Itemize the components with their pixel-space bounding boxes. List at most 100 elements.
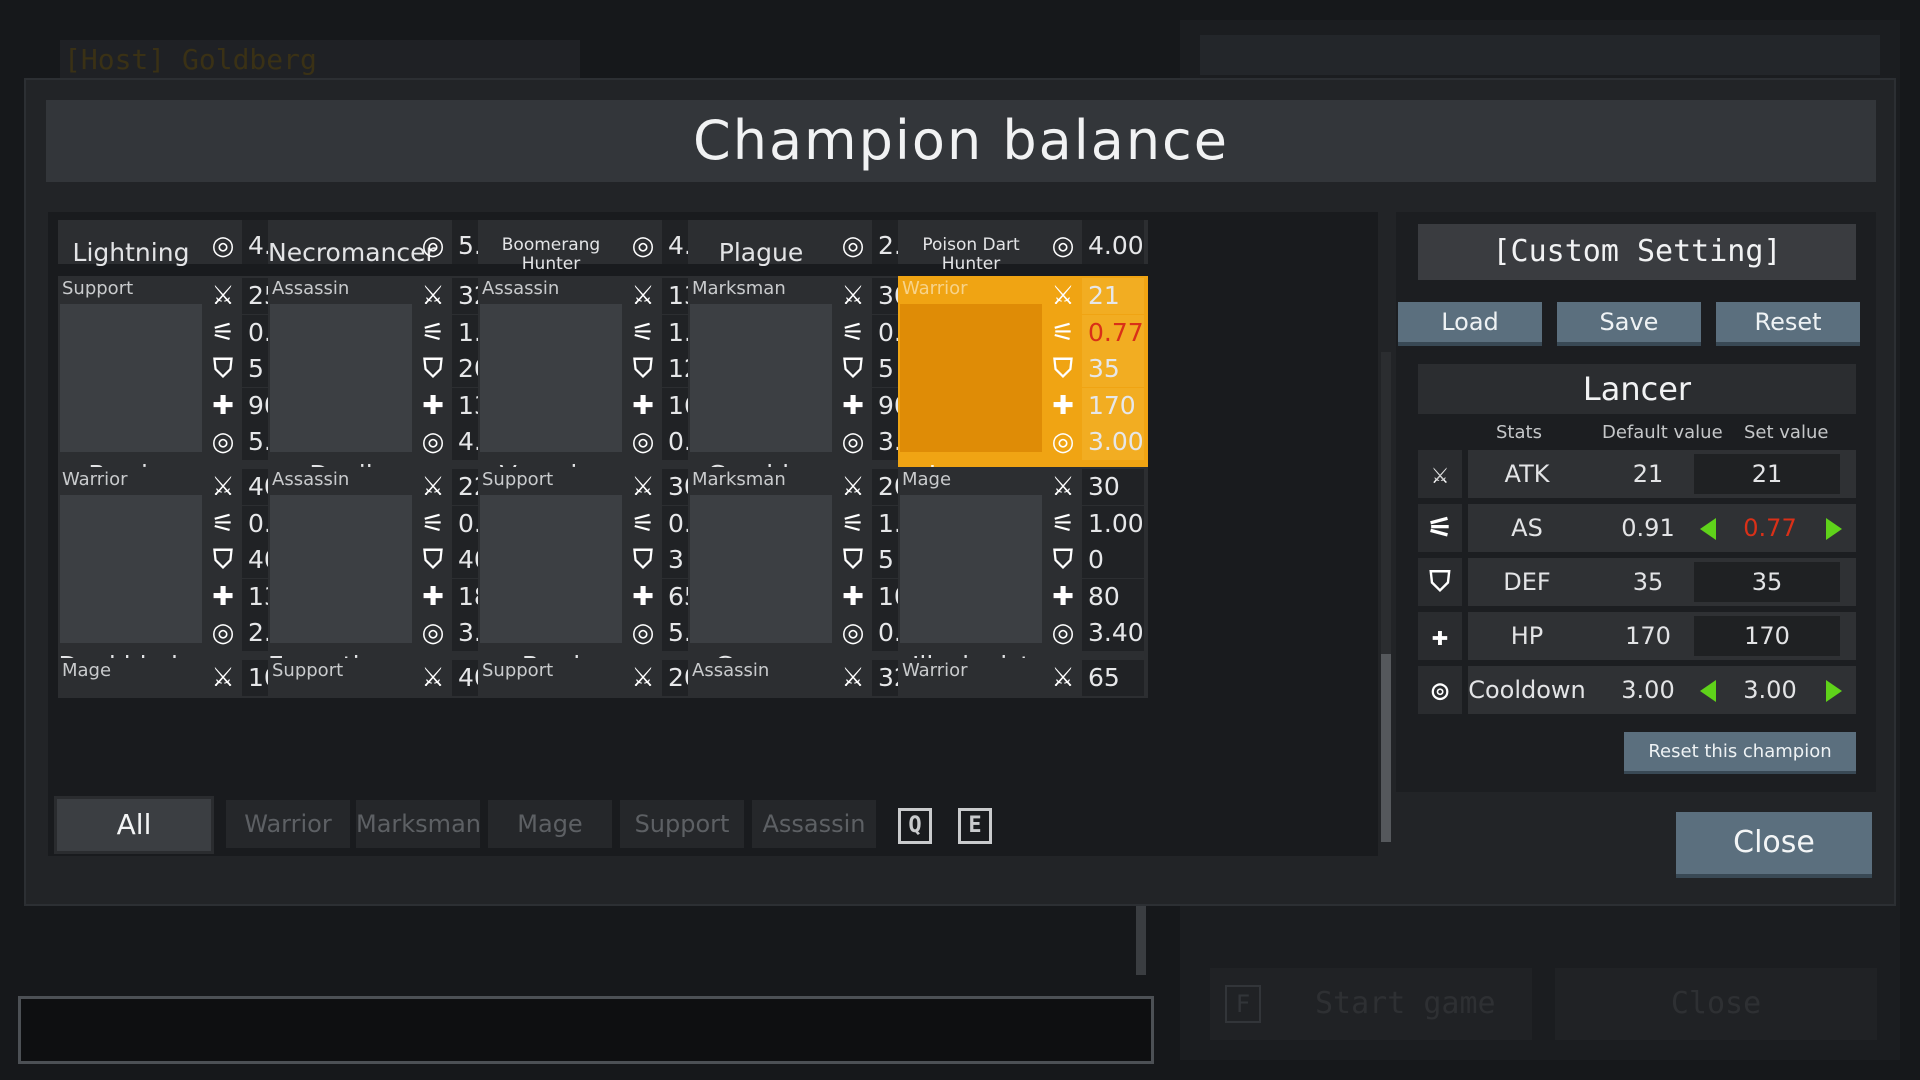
crossed-swords-icon: ⚔	[631, 281, 655, 311]
shield-icon: ⛉	[1053, 545, 1073, 575]
atk-stat: ⚔ 21	[1046, 276, 1146, 316]
tab-warrior[interactable]: Warrior	[226, 800, 350, 848]
cd-value: 3.40	[1082, 615, 1144, 651]
crossed-swords-icon: ⚔	[211, 663, 235, 693]
plus-icon: ✚	[422, 581, 444, 612]
increase-arrow-icon[interactable]	[1826, 518, 1842, 540]
stat-row-body: DEF 35 35	[1468, 558, 1856, 606]
attack-speed-icon: ⚟	[631, 508, 655, 539]
default-value: 21	[1632, 460, 1664, 488]
champion-card-lancer[interactable]: WarriorLancer⚔21⚟0.77⛉35✚170◎3.00	[898, 276, 1148, 498]
stat-row-body: HP 170 170	[1468, 612, 1856, 660]
set-value-field[interactable]: 21	[1694, 454, 1840, 494]
lobby-strip	[1200, 35, 1880, 75]
champion-portrait	[690, 304, 832, 452]
attack-speed-icon: ⚟	[631, 317, 655, 348]
champion-portrait	[270, 304, 412, 452]
grid-scrollbar[interactable]	[1381, 352, 1391, 842]
set-value-text: 0.77	[1743, 514, 1797, 542]
cooldown-icon: ◎	[1418, 666, 1462, 714]
lobby-scrollbar[interactable]	[1136, 905, 1146, 975]
set-value-text: 3.00	[1743, 676, 1797, 704]
champion-portrait	[60, 304, 202, 452]
tab-assassin[interactable]: Assassin	[752, 800, 876, 848]
attack-speed-icon: ⚟	[841, 508, 865, 539]
scrollbar-thumb[interactable]	[1381, 654, 1391, 842]
cooldown-icon: ◎	[1051, 231, 1075, 261]
atk-value: 30	[1082, 469, 1144, 505]
tab-key-q[interactable]: Q	[898, 808, 932, 844]
attack-speed-icon: ⚟	[1051, 317, 1075, 348]
save-button[interactable]: Save	[1557, 302, 1701, 346]
tab-key-e[interactable]: E	[958, 808, 992, 844]
champion-card-illusionist[interactable]: MageIllusionist⚔30⚟1.00⛉0✚80◎3.40	[898, 467, 1148, 689]
stat-row-as: ⚟ AS 0.91 0.77	[1418, 504, 1856, 552]
cooldown-icon: ◎	[211, 231, 235, 261]
crossed-swords-icon: ⚔	[421, 663, 445, 693]
champion-role: Support	[272, 660, 344, 681]
as-value: 1.00	[1082, 505, 1144, 542]
decrease-arrow-icon[interactable]	[1700, 518, 1716, 540]
champion-role: Support	[482, 660, 554, 681]
champion-name: Necromancer	[268, 238, 436, 267]
tab-mage[interactable]: Mage	[488, 800, 612, 848]
plus-icon: ✚	[632, 390, 654, 421]
modal-close-button[interactable]: Close	[1676, 812, 1872, 878]
decrease-arrow-icon[interactable]	[1700, 680, 1716, 702]
custom-setting-header: [Custom Setting]	[1418, 224, 1856, 280]
set-value-field[interactable]: 35	[1694, 562, 1840, 602]
shield-icon: ⛉	[213, 545, 233, 575]
champion-grid: Lightning Mage✚80◎4.00Necromancer✚110◎5.…	[58, 220, 1348, 786]
reset-button[interactable]: Reset	[1716, 302, 1860, 346]
default-value: 0.91	[1621, 514, 1675, 542]
default-value: 170	[1625, 622, 1671, 650]
cooldown-icon: ◎	[421, 427, 445, 457]
champion-portrait	[60, 495, 202, 643]
hp-stat: ✚ 170	[1046, 386, 1146, 426]
cd-stat: ◎ 3.40	[1046, 613, 1146, 653]
plus-icon: ✚	[1052, 581, 1074, 612]
champion-card[interactable]: Poison Dart Hunter✚130◎4.00	[898, 220, 1148, 274]
chat-input[interactable]	[18, 996, 1154, 1064]
stat-row-hp: ✚ HP 170 170	[1418, 612, 1856, 660]
crossed-swords-icon: ⚔	[421, 472, 445, 502]
champion-card[interactable]: Warrior ⚔ 65	[898, 658, 1148, 698]
crossed-swords-icon: ⚔	[841, 281, 865, 311]
tab-marksman[interactable]: Marksman	[356, 800, 481, 848]
plus-icon: ✚	[212, 390, 234, 421]
champion-grid-panel: Lightning Mage✚80◎4.00Necromancer✚110◎5.…	[48, 212, 1391, 842]
as-value: 0.77	[1082, 314, 1144, 351]
load-button[interactable]: Load	[1398, 302, 1542, 346]
champion-role: Assassin	[272, 278, 350, 299]
cooldown-icon: ◎	[841, 231, 865, 261]
role-filter-tabs: All Warrior Marksman Mage Support Assassin Q E	[48, 792, 1378, 856]
stat-label: Cooldown	[1468, 676, 1586, 704]
champion-role: Support	[482, 469, 554, 490]
tab-support[interactable]: Support	[620, 800, 744, 848]
reset-champion-button[interactable]: Reset this champion	[1624, 732, 1856, 774]
plus-icon: ✚	[842, 581, 864, 612]
host-name-label: [Host] Goldberg	[60, 40, 580, 80]
lobby-close-button[interactable]: Close	[1555, 968, 1877, 1040]
set-value-field[interactable]: 170	[1694, 616, 1840, 656]
stat-row-def: ⛉ DEF 35 35	[1418, 558, 1856, 606]
default-value: 35	[1632, 568, 1664, 596]
stat-row-body: AS 0.91 0.77	[1468, 504, 1856, 552]
as-stat: ⚟ 0.77	[1046, 313, 1146, 353]
crossed-swords-icon: ⚔	[421, 281, 445, 311]
plus-icon: ✚	[842, 390, 864, 421]
cooldown-stat: ◎4.00	[1046, 226, 1146, 266]
increase-arrow-icon[interactable]	[1826, 680, 1842, 702]
hp-value: 80	[1082, 578, 1144, 615]
def-stat: ⛉ 0	[1046, 540, 1146, 580]
attack-speed-icon: ⚟	[1051, 508, 1075, 539]
attack-speed-icon: ⚟	[421, 317, 445, 348]
selected-champion-name: Lancer	[1418, 364, 1856, 414]
cooldown-icon: ◎	[841, 427, 865, 457]
cooldown-icon: ◎	[631, 231, 655, 261]
hp-stat: ✚ 80	[1046, 577, 1146, 617]
tab-all[interactable]: All	[54, 796, 214, 854]
cooldown-icon: ◎	[1051, 618, 1075, 648]
cooldown-icon: ◎	[211, 618, 235, 648]
shield-icon: ⛉	[633, 545, 653, 575]
